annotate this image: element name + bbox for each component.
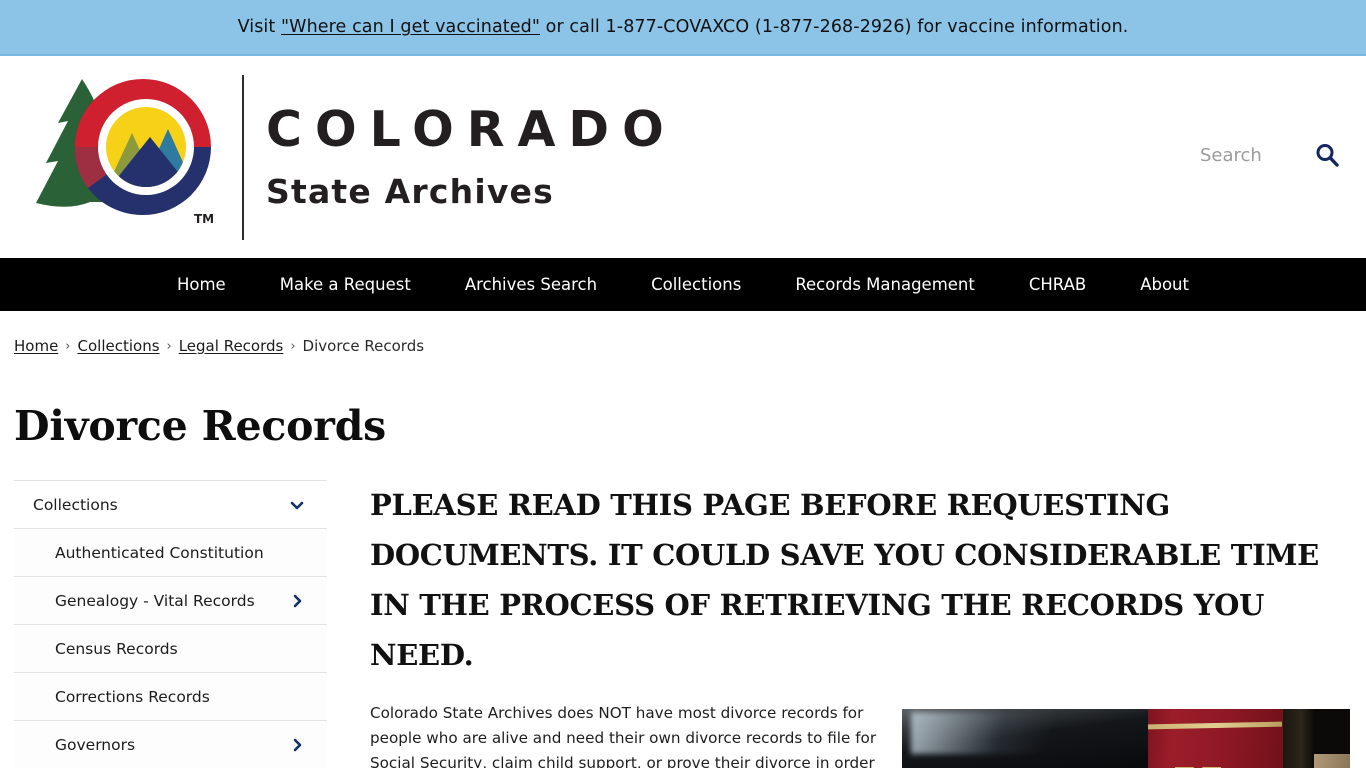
colorado-c-logo-icon[interactable]: TM [28,71,228,243]
nav-item-archives-search[interactable]: Archives Search [438,258,624,311]
breadcrumb-item-current: Divorce Records [302,337,425,355]
wordmark-subtitle: State Archives [266,172,554,212]
sidebar-item-genealogy-vital-records[interactable]: Genealogy - Vital Records [14,577,327,625]
search-icon[interactable] [1314,142,1340,168]
main-content: PLEASE READ THIS PAGE BEFORE REQUESTING … [327,480,1366,768]
breadcrumb-item-legal-records[interactable]: Legal Records [179,337,284,355]
breadcrumb-separator: › [65,338,71,354]
covid-alert-banner: Visit "Where can I get vaccinated" or ca… [0,0,1366,56]
vaccination-link[interactable]: "Where can I get vaccinated" [281,17,540,37]
nav-item-home[interactable]: Home [150,258,253,311]
logo-block[interactable]: TM COLORADO State Archives [0,71,677,243]
photo-highlight [910,712,1073,754]
photo-right-shelf [1282,709,1315,768]
breadcrumb-item-home[interactable]: Home [14,337,58,355]
body-row: Colorado State Archives does NOT have mo… [370,701,1350,768]
chevron-right-icon[interactable] [289,737,305,753]
nav-item-about[interactable]: About [1113,258,1216,311]
sidebar-item-governors[interactable]: Governors [14,721,327,768]
sidebar-item-census-records[interactable]: Census Records [14,625,327,673]
old-books-photo [902,709,1350,768]
alert-prefix: Visit [237,17,282,37]
chevron-down-icon[interactable] [289,497,305,513]
header-search[interactable] [1200,142,1340,168]
sidebar-item-corrections-records[interactable]: Corrections Records [14,673,327,721]
sidebar-item-label: Genealogy - Vital Records [55,591,255,610]
wordmark-colorado: COLORADO [266,101,677,159]
main-navigation: Home Make a Request Archives Search Coll… [0,258,1366,311]
logo-divider [242,74,244,240]
search-input[interactable] [1200,144,1296,166]
alert-message: Visit "Where can I get vaccinated" or ca… [238,17,1129,37]
breadcrumb-separator: › [166,338,172,354]
sidebar-item-authenticated-constitution[interactable]: Authenticated Constitution [14,529,327,577]
sidebar-item-label: Corrections Records [55,687,210,706]
site-header: TM COLORADO State Archives [0,56,1366,258]
intro-paragraph: Colorado State Archives does NOT have mo… [370,704,877,768]
photo-red-book [1148,709,1283,768]
breadcrumb: Home › Collections › Legal Records › Div… [0,311,1366,355]
breadcrumb-separator: › [290,338,296,354]
nav-item-records-management[interactable]: Records Management [768,258,1002,311]
page-title: Divorce Records [14,402,387,450]
nav-item-collections[interactable]: Collections [624,258,768,311]
content-wrapper: Collections Authenticated Constitution G… [0,480,1366,768]
trademark-label: TM [194,212,214,226]
lead-heading: PLEASE READ THIS PAGE BEFORE REQUESTING … [370,488,1319,672]
sidebar-item-label: Census Records [55,639,178,658]
chevron-right-icon[interactable] [289,593,305,609]
photo-tan-book [1314,753,1350,768]
nav-item-chrab[interactable]: CHRAB [1002,258,1113,311]
sidebar-item-collections[interactable]: Collections [14,481,327,529]
alert-suffix: or call 1-877-COVAXCO (1-877-268-2926) f… [539,17,1129,37]
wordmark: COLORADO State Archives [266,101,677,212]
breadcrumb-item-collections[interactable]: Collections [78,337,160,355]
sidebar-item-label: Governors [55,735,136,754]
sidebar-item-label: Authenticated Constitution [55,543,264,562]
collections-sidebar: Collections Authenticated Constitution G… [14,480,327,768]
nav-item-make-a-request[interactable]: Make a Request [253,258,438,311]
sidebar-item-label: Collections [33,495,118,514]
